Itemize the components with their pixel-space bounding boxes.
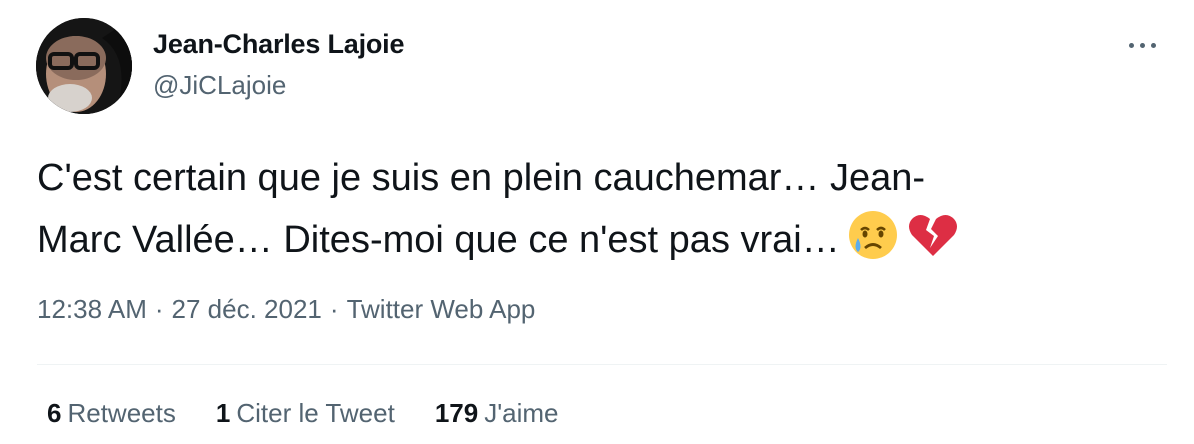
- broken-heart-icon: [906, 208, 960, 280]
- tweet-text-line-2-wrap: Marc Vallée… Dites-moi que ce n'est pas …: [37, 208, 1157, 280]
- retweets-label: Retweets: [67, 398, 176, 428]
- likes-count: 179: [434, 398, 479, 428]
- quotes-label: Citer le Tweet: [236, 398, 395, 428]
- more-options-button[interactable]: [1118, 30, 1166, 60]
- retweets-count: 6: [47, 398, 62, 428]
- avatar[interactable]: [36, 18, 132, 114]
- more-dot-icon: [1128, 42, 1134, 48]
- tweet-source[interactable]: Twitter Web App: [347, 294, 536, 324]
- crying-face-icon: [846, 208, 900, 280]
- tweet-stats: 6 Retweets 1 Citer le Tweet 179 J'aime: [47, 398, 559, 429]
- meta-separator: ·: [329, 294, 339, 324]
- display-name[interactable]: Jean-Charles Lajoie: [153, 29, 405, 60]
- tweet-text-line-1: C'est certain que je suis en plein cauch…: [37, 157, 926, 199]
- quotes-stat[interactable]: 1 Citer le Tweet: [216, 398, 395, 429]
- user-handle[interactable]: @JiCLajoie: [153, 70, 286, 101]
- likes-stat[interactable]: 179 J'aime: [435, 398, 559, 429]
- tweet-text: C'est certain que je suis en plein cauch…: [37, 148, 1157, 280]
- divider: [37, 364, 1167, 365]
- meta-separator: ·: [154, 294, 164, 324]
- tweet-meta: 12:38 AM · 27 déc. 2021 · Twitter Web App: [37, 294, 535, 325]
- tweet-card: Jean-Charles Lajoie @JiCLajoie C'est cer…: [0, 0, 1194, 444]
- tweet-date[interactable]: 27 déc. 2021: [172, 294, 322, 324]
- tweet-time[interactable]: 12:38 AM: [37, 294, 147, 324]
- more-dot-icon: [1150, 42, 1156, 48]
- more-dot-icon: [1139, 42, 1145, 48]
- quotes-count: 1: [215, 398, 231, 428]
- retweets-stat[interactable]: 6 Retweets: [47, 398, 176, 429]
- tweet-text-line-2: Marc Vallée… Dites-moi que ce n'est pas …: [37, 219, 840, 261]
- likes-label: J'aime: [484, 398, 559, 428]
